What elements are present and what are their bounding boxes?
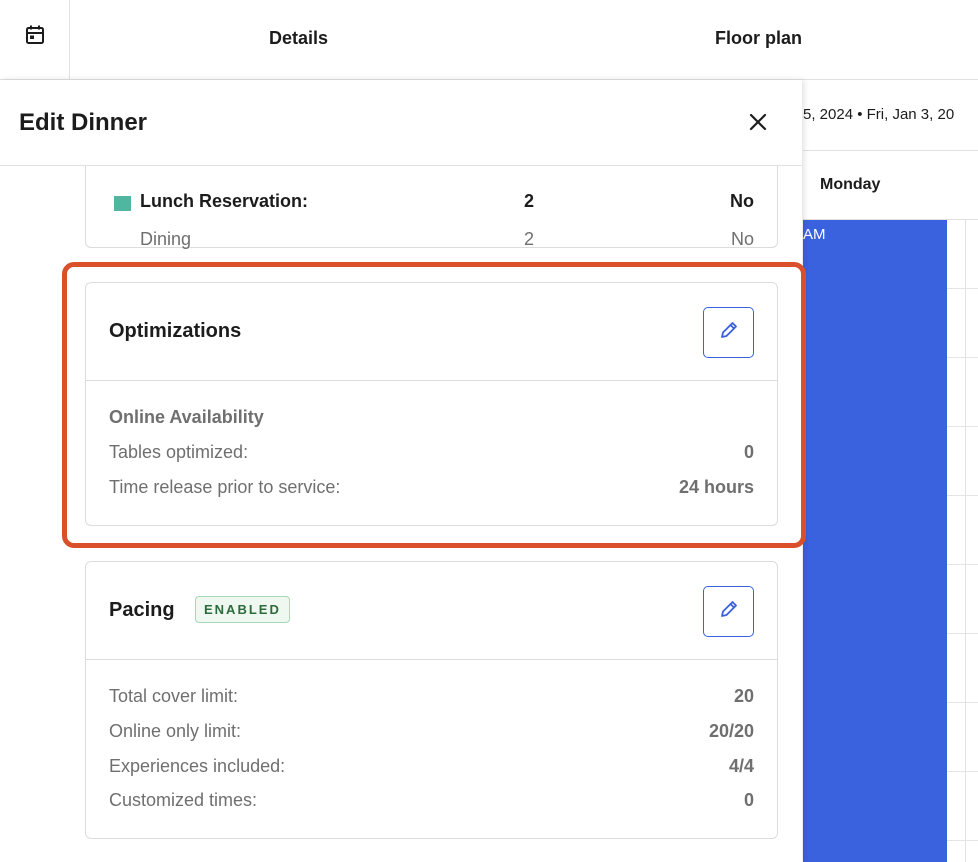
table-row: Tables optimized: 0 bbox=[109, 442, 754, 466]
experiences-included-value: 4/4 bbox=[728, 756, 754, 776]
edit-pacing-button[interactable] bbox=[703, 586, 754, 637]
status-badge: ENABLED bbox=[195, 596, 290, 623]
reservation-type-label: Lunch Reservation: bbox=[140, 191, 309, 211]
edit-dinner-drawer: Edit Dinner Lunch Reservation: 2 No Dini… bbox=[0, 80, 802, 862]
table-row: Online only limit: 20/20 bbox=[109, 721, 754, 745]
reservation-flag: No bbox=[730, 191, 754, 211]
tables-optimized-value: 0 bbox=[743, 442, 754, 462]
top-nav-bar: Details Floor plan bbox=[0, 0, 978, 80]
pencil-icon bbox=[718, 319, 740, 346]
table-row: Total cover limit: 20 bbox=[109, 686, 754, 710]
calendar-button[interactable] bbox=[0, 0, 70, 80]
table-row: Customized times: 0 bbox=[109, 790, 754, 814]
reservation-count: 2 bbox=[524, 191, 535, 211]
pacing-card: Pacing ENABLED Total cover limit: 20 Onl… bbox=[85, 561, 778, 839]
online-only-limit-value: 20/20 bbox=[708, 721, 754, 741]
calendar-date-range: 5, 2024 • Fri, Jan 3, 20 bbox=[803, 106, 955, 123]
optimizations-header: Optimizations bbox=[86, 283, 777, 381]
pencil-icon bbox=[718, 598, 740, 625]
time-release-label: Time release prior to service: bbox=[109, 477, 341, 497]
customized-times-value: 0 bbox=[743, 790, 754, 810]
tab-details[interactable]: Details bbox=[269, 28, 328, 49]
calendar-grid-line bbox=[965, 220, 966, 862]
online-availability-label: Online Availability bbox=[109, 407, 264, 427]
list-item: Dining 2 No bbox=[140, 229, 754, 253]
total-cover-limit-label: Total cover limit: bbox=[109, 686, 239, 706]
dining-flag: No bbox=[730, 229, 754, 249]
calendar-event-time: AM bbox=[803, 226, 826, 243]
pacing-title: Pacing bbox=[109, 599, 175, 621]
tab-floor-plan[interactable]: Floor plan bbox=[715, 28, 802, 49]
pacing-header: Pacing ENABLED bbox=[86, 562, 777, 660]
list-item: Lunch Reservation: 2 No bbox=[114, 191, 754, 215]
table-row: Time release prior to service: 24 hours bbox=[109, 477, 754, 501]
time-release-value: 24 hours bbox=[678, 477, 754, 497]
total-cover-limit-value: 20 bbox=[733, 686, 754, 706]
drawer-header: Edit Dinner bbox=[0, 80, 802, 166]
tables-optimized-label: Tables optimized: bbox=[109, 442, 249, 462]
dining-label: Dining bbox=[140, 229, 192, 249]
close-button[interactable] bbox=[744, 110, 772, 138]
experiences-included-label: Experiences included: bbox=[109, 756, 286, 776]
calendar-icon bbox=[25, 24, 45, 51]
edit-optimizations-button[interactable] bbox=[703, 307, 754, 358]
close-icon bbox=[749, 113, 767, 136]
table-row: Experiences included: 4/4 bbox=[109, 756, 754, 780]
optimizations-title: Optimizations bbox=[109, 320, 242, 342]
online-only-limit-label: Online only limit: bbox=[109, 721, 242, 741]
calendar-grid bbox=[947, 220, 978, 862]
customized-times-label: Customized times: bbox=[109, 790, 258, 810]
calendar-event-block[interactable] bbox=[803, 220, 947, 862]
calendar-weekday-monday: Monday bbox=[820, 176, 881, 193]
dining-count: 2 bbox=[524, 229, 535, 249]
color-swatch bbox=[114, 196, 131, 211]
optimizations-card: Optimizations Online Availability Tables… bbox=[85, 282, 778, 526]
drawer-title: Edit Dinner bbox=[19, 109, 148, 136]
